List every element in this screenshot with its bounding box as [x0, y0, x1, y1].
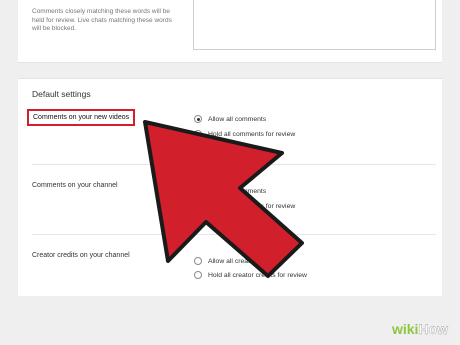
option-label: Allow all creator credits	[208, 257, 278, 265]
option-label: Hold all creator credits for review	[208, 271, 307, 279]
radio-button-icon[interactable]	[194, 257, 202, 265]
radio-button-icon[interactable]	[194, 145, 202, 153]
divider	[32, 164, 436, 165]
option-label: Hold all comments for review	[208, 130, 296, 138]
new-videos-disable-option[interactable]: Disable comments	[194, 144, 264, 154]
comments-channel-label: Comments on your channel	[32, 182, 118, 189]
channel-allow-all-option[interactable]: Allow all comments	[194, 186, 266, 196]
option-label: Allow all comments	[208, 187, 267, 195]
option-label: Allow all comments	[208, 115, 267, 123]
divider	[32, 234, 436, 235]
radio-button-icon[interactable]	[194, 187, 202, 195]
section-title: Default settings	[32, 89, 91, 99]
new-videos-allow-all-option[interactable]: Allow all comments	[194, 114, 266, 124]
radio-button-icon[interactable]	[194, 202, 202, 210]
channel-hold-all-option[interactable]: Hold all comments for review	[194, 201, 295, 211]
radio-button-icon[interactable]	[194, 115, 202, 123]
wikihow-watermark: wikiHow	[392, 321, 448, 337]
credits-allow-all-option[interactable]: Allow all creator credits	[194, 256, 278, 266]
radio-button-icon[interactable]	[194, 130, 202, 138]
default-settings-card: Default settings Comments on your new vi…	[18, 78, 442, 296]
radio-button-icon[interactable]	[194, 271, 202, 279]
blocked-words-textarea[interactable]	[193, 0, 436, 50]
comments-new-videos-label: Comments on your new videos	[27, 109, 136, 126]
credits-hold-all-option[interactable]: Hold all creator credits for review	[194, 270, 307, 280]
creator-credits-label: Creator credits on your channel	[32, 252, 130, 259]
watermark-wiki: wiki	[391, 321, 419, 337]
new-videos-hold-all-option[interactable]: Hold all comments for review	[194, 129, 295, 139]
watermark-how: How	[418, 321, 448, 337]
blocked-words-card: Comments closely matching these words wi…	[18, 0, 442, 63]
option-label: Disable comments	[208, 145, 264, 153]
option-label: Hold all comments for review	[208, 202, 296, 210]
blocked-words-help-text: Comments closely matching these words wi…	[32, 8, 172, 32]
